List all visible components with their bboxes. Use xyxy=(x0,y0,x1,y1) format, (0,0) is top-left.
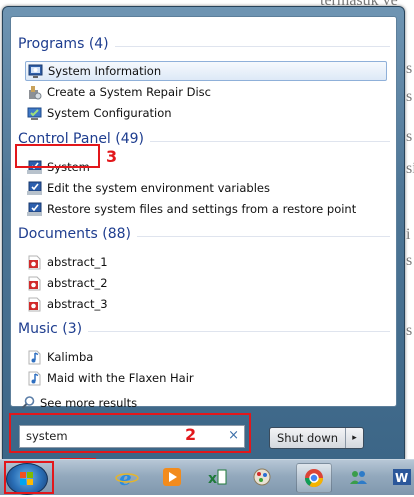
result-label: Edit the system environment variables xyxy=(47,181,270,195)
media-player-icon xyxy=(163,468,181,486)
music-note-icon xyxy=(27,371,42,386)
result-label: Create a System Repair Disc xyxy=(47,85,211,99)
start-menu: Programs (4) System Information Create a… xyxy=(2,6,405,460)
taskbar-paint[interactable] xyxy=(245,463,279,491)
background-text: s xyxy=(406,60,413,77)
background-text: s xyxy=(406,88,413,105)
annotation-number-3: 3 xyxy=(106,147,118,166)
system-info-icon xyxy=(28,64,43,79)
result-label: Kalimba xyxy=(47,350,94,364)
result-label: abstract_1 xyxy=(47,255,108,269)
annotation-box-2 xyxy=(9,413,251,453)
background-text: s xyxy=(406,128,413,145)
result-restore-system-files[interactable]: Restore system files and settings from a… xyxy=(27,199,356,219)
result-label: Maid with the Flaxen Hair xyxy=(47,371,194,385)
svg-text:e: e xyxy=(119,466,132,489)
background-text: i xyxy=(406,226,411,243)
excel-icon: x xyxy=(208,469,227,487)
annotation-number-2: 2 xyxy=(185,425,197,444)
result-abstract-2[interactable]: abstract_2 xyxy=(27,273,108,293)
group-programs: Programs (4) xyxy=(11,36,390,56)
chrome-icon xyxy=(305,469,323,488)
music-note-icon xyxy=(27,350,42,365)
result-system-configuration[interactable]: System Configuration xyxy=(27,103,172,123)
taskbar-internet-explorer[interactable]: e xyxy=(110,463,144,491)
shutdown-button-group: Shut down ▸ xyxy=(269,427,364,449)
word-icon: W xyxy=(393,469,411,485)
result-label: System Information xyxy=(48,64,162,78)
taskbar-word[interactable]: W xyxy=(390,463,414,491)
see-more-label: See more results xyxy=(40,395,138,410)
taskbar-chrome[interactable] xyxy=(296,463,332,493)
taskbar-media-player[interactable] xyxy=(155,463,189,491)
pdf-icon xyxy=(27,276,42,291)
group-music: Music (3) xyxy=(11,321,390,341)
background-text: s xyxy=(406,322,413,339)
result-label: System Configuration xyxy=(47,106,172,120)
control-panel-icon xyxy=(27,202,42,217)
annotation-box-3 xyxy=(15,144,100,168)
group-header-programs[interactable]: Programs (4) xyxy=(18,36,390,56)
background-text: si xyxy=(406,160,414,177)
group-documents: Documents (88) xyxy=(11,226,390,246)
pdf-icon xyxy=(27,297,42,312)
result-create-repair-disc[interactable]: Create a System Repair Disc xyxy=(27,82,211,102)
shutdown-button[interactable]: Shut down xyxy=(270,428,346,448)
taskbar-people[interactable] xyxy=(341,463,375,491)
result-system-information[interactable]: System Information xyxy=(25,61,387,81)
start-button-highlight xyxy=(4,461,54,494)
svg-text:x: x xyxy=(208,471,217,487)
background-text: s xyxy=(406,252,413,269)
group-header-music[interactable]: Music (3) xyxy=(18,321,390,341)
search-results-pane: Programs (4) System Information Create a… xyxy=(10,16,397,410)
result-label: abstract_3 xyxy=(47,297,108,311)
result-abstract-1[interactable]: abstract_1 xyxy=(27,252,108,272)
taskbar-excel[interactable]: x xyxy=(200,463,234,491)
control-panel-icon xyxy=(27,181,42,196)
repair-disc-icon xyxy=(27,85,42,100)
taskbar: e x W xyxy=(0,459,414,495)
group-header-documents[interactable]: Documents (88) xyxy=(18,226,390,246)
result-maid-flaxen-hair[interactable]: Maid with the Flaxen Hair xyxy=(27,368,194,388)
system-config-icon xyxy=(27,106,42,121)
svg-text:W: W xyxy=(395,471,408,485)
result-abstract-3[interactable]: abstract_3 xyxy=(27,294,108,314)
internet-explorer-icon: e xyxy=(115,466,139,489)
paint-icon xyxy=(253,468,271,486)
result-edit-env-variables[interactable]: Edit the system environment variables xyxy=(27,178,270,198)
shutdown-options-arrow-icon[interactable]: ▸ xyxy=(346,433,363,443)
result-label: abstract_2 xyxy=(47,276,108,290)
result-label: Restore system files and settings from a… xyxy=(47,202,357,216)
see-more-results-link[interactable]: See more results xyxy=(21,395,137,410)
pdf-icon xyxy=(27,255,42,270)
search-icon xyxy=(21,395,36,410)
result-kalimba[interactable]: Kalimba xyxy=(27,347,93,367)
people-icon xyxy=(350,471,367,484)
